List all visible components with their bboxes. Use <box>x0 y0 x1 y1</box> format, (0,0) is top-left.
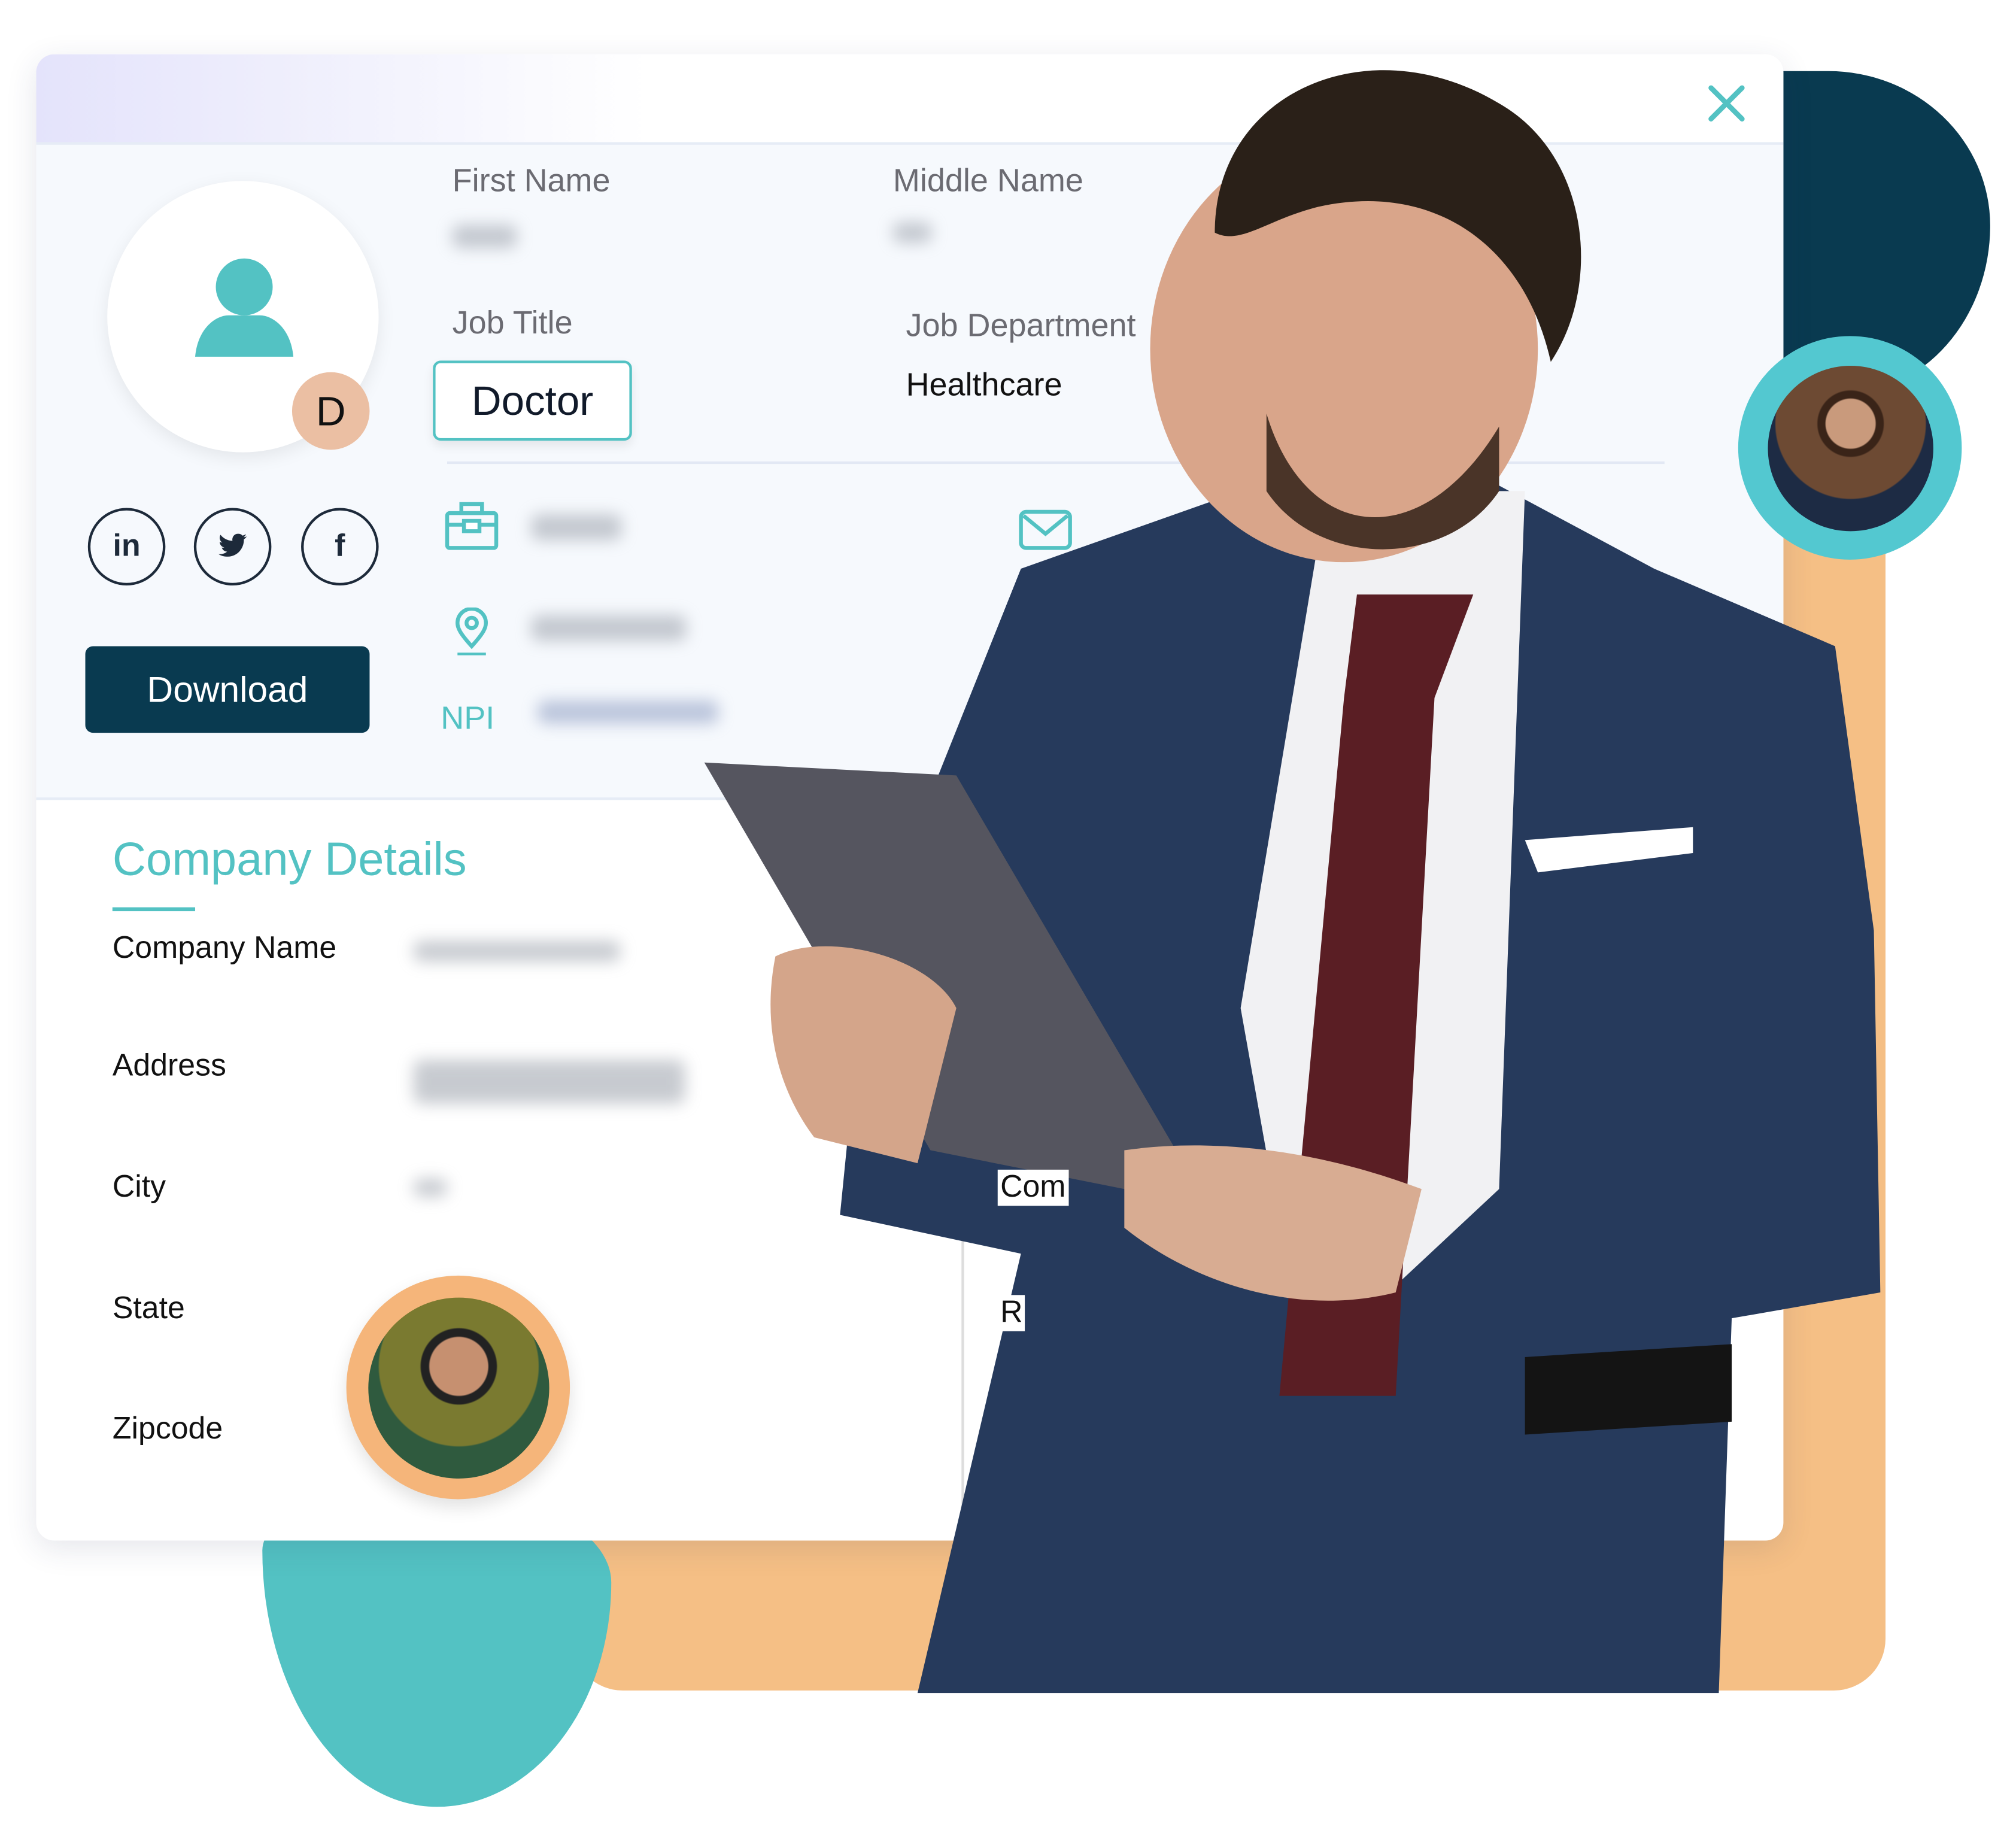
address-label: Address <box>112 1048 226 1084</box>
zipcode-label: Zipcode <box>112 1411 223 1446</box>
twitter-icon <box>218 533 247 557</box>
partial-label-1: Com <box>997 1169 1068 1206</box>
person-photo-right <box>1767 365 1933 531</box>
company-details-title: Company Details <box>112 832 467 885</box>
location-value-blurred <box>531 615 687 641</box>
job-title-label: Job Title <box>452 305 573 341</box>
npi-label: NPI <box>441 700 495 737</box>
user-icon <box>195 258 294 357</box>
twitter-button[interactable] <box>193 508 272 586</box>
linkedin-button[interactable]: in <box>87 508 166 586</box>
avatar-bubble-left <box>346 1275 570 1500</box>
npi-value-blurred <box>538 700 719 724</box>
location-pin-icon <box>456 607 488 655</box>
company-name-value <box>413 940 621 962</box>
company-name-label: Company Name <box>112 930 337 966</box>
city-label: City <box>112 1169 166 1205</box>
businessman-photo <box>704 70 1881 1694</box>
avatar: D <box>107 181 379 453</box>
first-name-label: First Name <box>452 163 611 199</box>
facebook-button[interactable]: f <box>301 508 379 586</box>
stage: D First Name Middle Name Job Title Docto… <box>0 0 2016 1830</box>
city-value <box>413 1179 448 1197</box>
avatar-bubble-right <box>1738 336 1962 560</box>
state-label: State <box>112 1291 185 1327</box>
briefcase-icon <box>445 502 499 550</box>
first-name-value <box>452 224 517 248</box>
job-title-value: Doctor <box>433 360 632 441</box>
company-value-blurred <box>531 514 622 541</box>
address-value <box>413 1060 685 1104</box>
title-underline <box>112 907 196 912</box>
partial-label-2: R <box>997 1295 1025 1331</box>
person-photo-left <box>368 1297 549 1478</box>
download-button[interactable]: Download <box>85 646 370 733</box>
initial-badge: D <box>292 372 370 450</box>
